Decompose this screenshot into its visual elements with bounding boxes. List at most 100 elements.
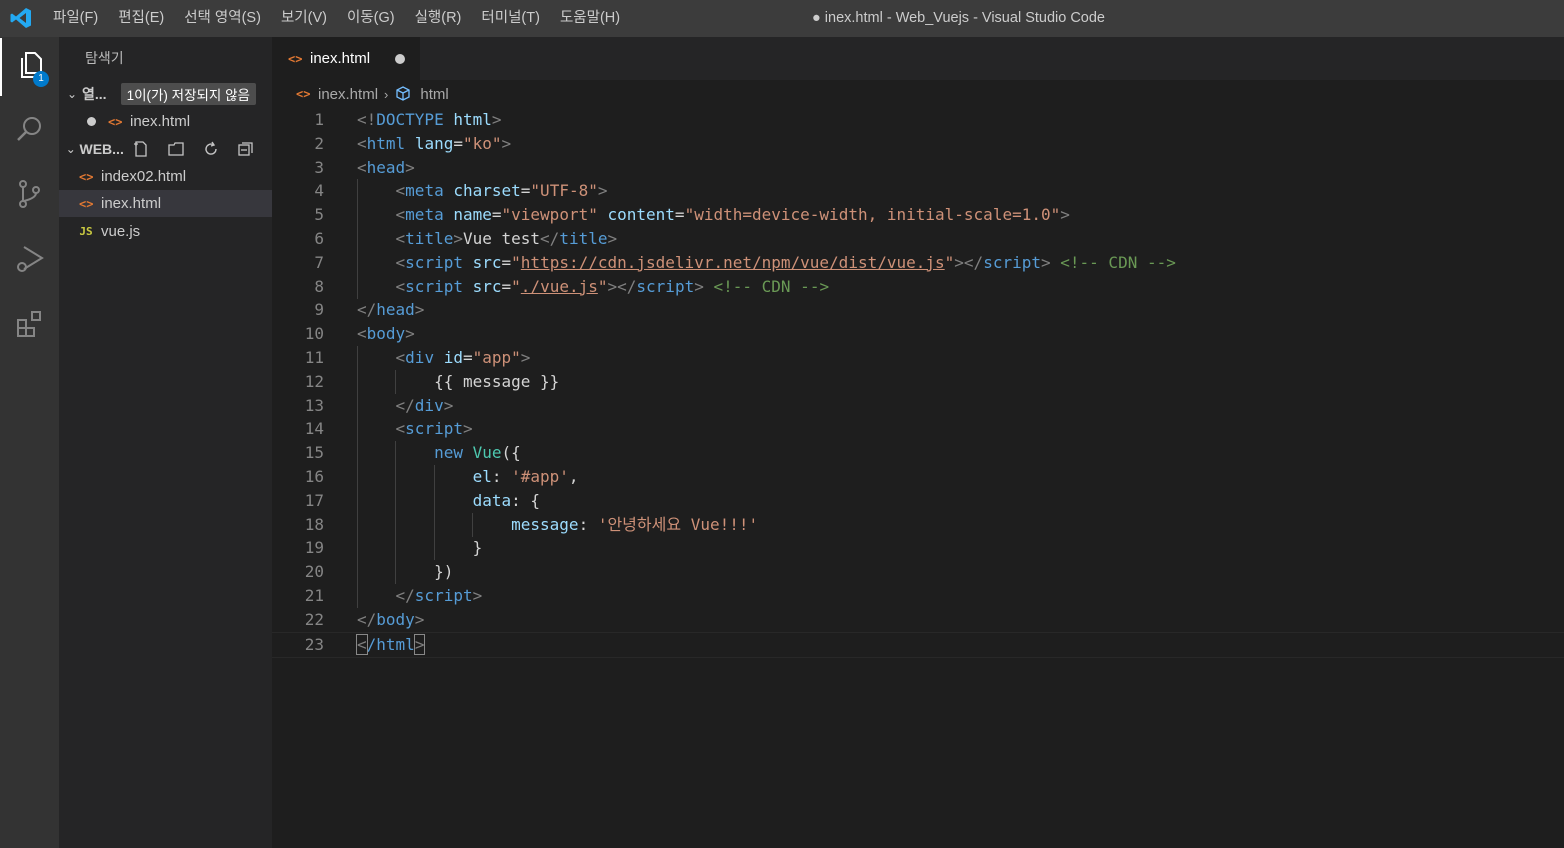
code-text: <script src="https://cdn.jsdelivr.net/np…	[357, 251, 1176, 275]
code-token: }	[357, 538, 483, 558]
html-file-icon: <>	[79, 196, 94, 211]
code-line[interactable]: 14 <script>	[272, 417, 1564, 442]
menu-help[interactable]: 도움말(H)	[550, 0, 630, 37]
menu-run[interactable]: 실행(R)	[405, 0, 472, 37]
code-text: </head>	[357, 298, 424, 322]
code-line[interactable]: 11 <div id="app">	[272, 346, 1564, 370]
code-line[interactable]: 13 </div>	[272, 393, 1564, 418]
code-token: Vue	[472, 443, 502, 463]
code-token: "ko"	[462, 133, 502, 153]
menu-go[interactable]: 이동(G)	[337, 0, 405, 37]
code-token: <!	[357, 110, 377, 129]
code-line[interactable]: 20 })	[272, 560, 1564, 585]
code-token: >	[414, 300, 425, 320]
open-editor-item[interactable]: <> inex.html	[59, 108, 272, 135]
code-token: <	[357, 157, 367, 177]
code-text: <body>	[357, 322, 415, 346]
code-token: <	[357, 133, 367, 153]
code-line[interactable]: 8 <script src="./vue.js"></script> <!-- …	[272, 274, 1564, 299]
workspace-header[interactable]: ⌄ WEB...	[59, 136, 272, 162]
file-name: vue.js	[101, 223, 141, 240]
code-line[interactable]: 19 }	[272, 536, 1564, 561]
code-line[interactable]: 2 <html lang="ko">	[272, 132, 1564, 156]
activity-search[interactable]	[0, 102, 59, 160]
activity-explorer[interactable]: 1	[0, 38, 59, 96]
code-line[interactable]: 17 data: {	[272, 488, 1564, 513]
code-token: ></	[954, 252, 984, 272]
code-text: <meta charset="UTF-8">	[357, 179, 608, 203]
file-tree-item[interactable]: <> index02.html	[59, 163, 272, 190]
code-token: >	[694, 276, 704, 296]
html-file-icon: <>	[79, 169, 94, 184]
code-editor[interactable]: 1 <!DOCTYPE html> 2 <html lang="ko"> 3 <head>…	[272, 108, 1564, 848]
activity-source-control[interactable]	[0, 167, 59, 225]
code-line[interactable]: 4 <meta charset="UTF-8">	[272, 179, 1564, 204]
code-line[interactable]: 3 <head>	[272, 156, 1564, 180]
menu-terminal[interactable]: 터미널(T)	[471, 0, 550, 37]
activity-extensions[interactable]	[0, 297, 59, 355]
unsaved-dot-icon[interactable]	[395, 54, 405, 64]
menu-edit[interactable]: 편집(E)	[108, 0, 174, 37]
code-token: body	[366, 324, 406, 344]
line-number: 5	[314, 205, 324, 225]
open-editors-header[interactable]: ⌄ 열... 1이(가) 저장되지 않음	[59, 81, 272, 107]
code-text: data: {	[357, 489, 540, 513]
menu-file[interactable]: 파일(F)	[43, 0, 108, 37]
symbol-cube-icon	[394, 85, 412, 103]
menu-selection[interactable]: 선택 영역(S)	[174, 0, 271, 37]
code-text: message: '안녕하세요 Vue!!!'	[357, 513, 758, 537]
code-text: </div>	[357, 394, 454, 418]
tab-inex-html[interactable]: <> inex.html	[272, 37, 420, 80]
tab-label: inex.html	[310, 50, 371, 67]
code-text: </html>	[356, 633, 426, 657]
file-tree-item-selected[interactable]: <> inex.html	[59, 190, 272, 217]
breadcrumb-file[interactable]: inex.html	[318, 86, 378, 103]
code-line[interactable]: 12 {{ message }}	[272, 369, 1564, 394]
code-line[interactable]: 18 message: '안녕하세요 Vue!!!'	[272, 512, 1564, 537]
code-line[interactable]: 21 </script>	[272, 584, 1564, 608]
activity-run-debug[interactable]	[0, 232, 59, 290]
menu-view[interactable]: 보기(V)	[271, 0, 337, 37]
code-token: >	[1060, 205, 1070, 225]
code-line[interactable]: 1 <!DOCTYPE html>	[272, 108, 1564, 132]
breadcrumb-symbol[interactable]: html	[420, 86, 448, 103]
new-folder-icon[interactable]	[167, 140, 185, 158]
code-line[interactable]: 10 <body>	[272, 322, 1564, 346]
code-line[interactable]: 6 <title>Vue test</title>	[272, 227, 1564, 251]
line-number: 16	[304, 467, 324, 486]
code-token: >	[414, 609, 425, 629]
code-line[interactable]: 9 </head>	[272, 298, 1564, 322]
code-token: =	[674, 205, 685, 225]
code-line[interactable]: 16 el: '#app',	[272, 465, 1564, 489]
code-line[interactable]: 5 <meta name="viewport" content="width=d…	[272, 203, 1564, 228]
file-tree-item[interactable]: JS vue.js	[59, 218, 272, 245]
code-text: new Vue({	[357, 441, 521, 465]
explorer-sidebar: 탐색기 ⌄ 열... 1이(가) 저장되지 않음 <> inex.html ⌄ …	[59, 37, 272, 848]
code-text: <div id="app">	[357, 346, 531, 370]
code-text: })	[357, 560, 453, 584]
code-token: :	[491, 467, 512, 486]
code-line[interactable]: 15 new Vue({	[272, 441, 1564, 466]
code-line[interactable]: 7 <script src="https://cdn.jsdelivr.net/…	[272, 250, 1564, 275]
code-line[interactable]: 22 </body>	[272, 608, 1564, 632]
collapse-all-icon[interactable]	[237, 140, 255, 158]
code-token: "UTF-8"	[530, 181, 598, 201]
code-line[interactable]: 23 </html>	[272, 631, 1564, 658]
new-file-icon[interactable]	[132, 140, 150, 158]
code-text: <script src="./vue.js"></script> <!-- CD…	[357, 275, 830, 299]
code-token: </	[395, 586, 415, 605]
code-token: >	[597, 181, 608, 201]
refresh-icon[interactable]	[202, 140, 220, 158]
code-token: DOCTYPE	[376, 110, 444, 129]
code-token: lang	[414, 133, 454, 153]
line-number: 21	[304, 586, 324, 605]
code-token: head	[376, 300, 415, 320]
code-token: script	[636, 276, 695, 296]
code-token: =	[462, 348, 473, 367]
